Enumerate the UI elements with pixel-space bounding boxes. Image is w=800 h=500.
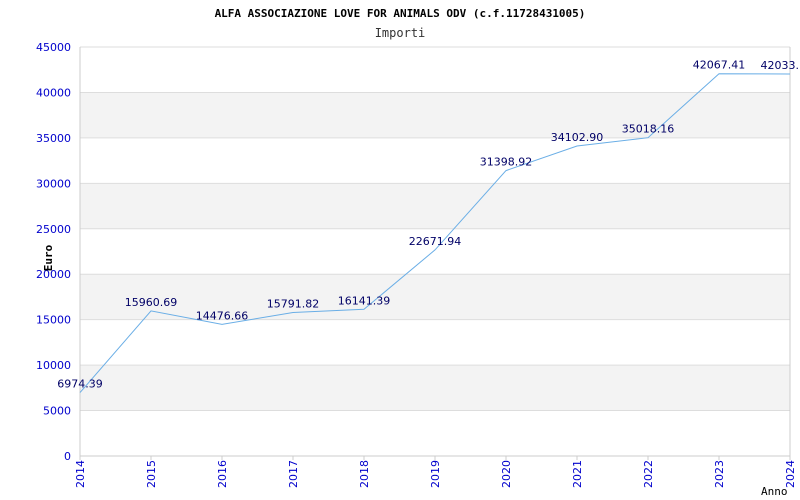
y-tick-label: 40000 xyxy=(36,86,71,99)
x-tick-label: 2015 xyxy=(145,460,158,488)
data-label: 15960.69 xyxy=(125,296,178,309)
data-label: 34102.90 xyxy=(551,131,604,144)
x-tick-label: 2022 xyxy=(642,460,655,488)
y-tick-label: 0 xyxy=(64,450,71,463)
data-label: 22671.94 xyxy=(409,235,462,248)
y-tick-label: 25000 xyxy=(36,223,71,236)
data-label: 42067.41 xyxy=(693,59,746,72)
x-tick-label: 2018 xyxy=(358,460,371,488)
y-axis-label: Euro xyxy=(42,244,55,271)
chart-title: ALFA ASSOCIAZIONE LOVE FOR ANIMALS ODV (… xyxy=(215,7,586,20)
x-tick-label: 2019 xyxy=(429,460,442,488)
data-label: 31398.92 xyxy=(480,156,533,169)
data-label: 35018.16 xyxy=(622,123,675,136)
x-tick-label: 2017 xyxy=(287,460,300,488)
data-label: 15791.82 xyxy=(267,297,320,310)
y-tick-label: 5000 xyxy=(43,405,71,418)
x-tick-labels: 2014 2015 2016 2017 2018 2019 2020 2021 2022 2023… xyxy=(74,460,797,488)
grid-bands xyxy=(80,92,790,411)
grid-band xyxy=(80,183,790,229)
grid-band xyxy=(80,274,790,320)
y-tick-label: 45000 xyxy=(36,41,71,54)
data-label: 6974.39 xyxy=(57,378,103,391)
chart-subtitle: Importi xyxy=(375,26,426,40)
x-tick-label: 2023 xyxy=(713,460,726,488)
grid-band xyxy=(80,92,790,138)
x-tick-label: 2020 xyxy=(500,460,513,488)
x-tick-label: 2016 xyxy=(216,460,229,488)
x-axis-label: Anno xyxy=(761,485,788,498)
line-chart: ALFA ASSOCIAZIONE LOVE FOR ANIMALS ODV (… xyxy=(36,7,800,498)
data-label: 42033. xyxy=(761,59,800,72)
x-tick-label: 2021 xyxy=(571,460,584,488)
data-label: 14476.66 xyxy=(196,309,249,322)
x-tick-label: 2014 xyxy=(74,460,87,488)
y-tick-label: 30000 xyxy=(36,177,71,190)
y-tick-label: 15000 xyxy=(36,314,71,327)
data-label: 16141.39 xyxy=(338,294,391,307)
y-tick-label: 10000 xyxy=(36,359,71,372)
x-tick-label: 2024 xyxy=(784,460,797,488)
grid-band xyxy=(80,365,790,411)
y-tick-label: 35000 xyxy=(36,132,71,145)
